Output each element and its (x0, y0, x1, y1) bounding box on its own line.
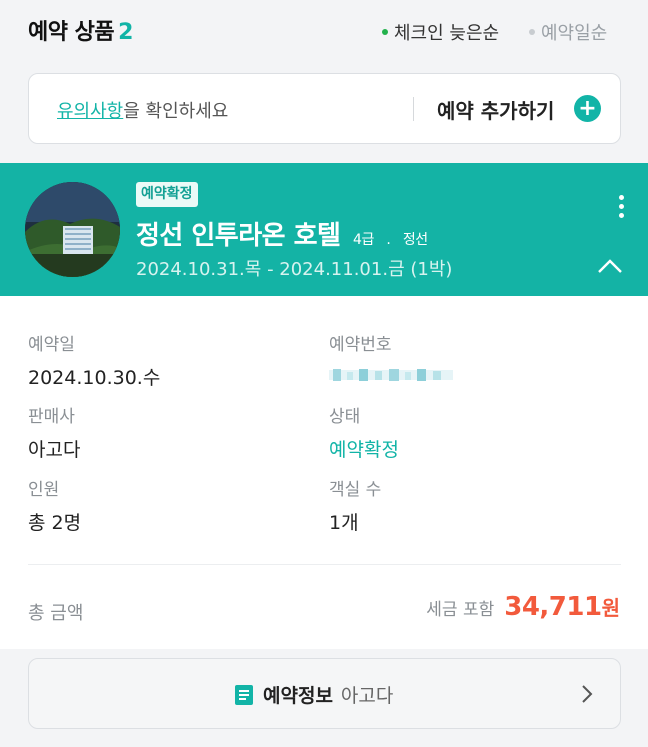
notice-message: 유의사항을 확인하세요 (57, 97, 228, 123)
booking-number-field: 예약번호 (329, 330, 453, 386)
status-badge: 예약확정 (136, 182, 198, 207)
booking-number-masked (329, 363, 453, 386)
hotel-name[interactable]: 정선 인투라온 호텔 4급 . 정선 (136, 215, 428, 252)
hotel-banner: 예약확정 정선 인투라온 호텔 4급 . 정선 2024.10.31.목 - 2… (0, 163, 648, 296)
masked-number-image (329, 369, 453, 381)
sort-checkin-late-label: 체크인 늦은순 (394, 23, 500, 44)
unselected-dot-icon (529, 29, 535, 35)
chevron-right-icon (582, 685, 593, 703)
hotel-meta-separator: . (386, 232, 391, 248)
booking-info-button[interactable]: 예약정보 아고다 (28, 658, 621, 729)
hotel-region: 정선 (402, 232, 428, 248)
rooms-value: 1개 (329, 512, 359, 534)
notice-box: 유의사항을 확인하세요 예약 추가하기 + (28, 73, 621, 144)
currency-unit: 원 (601, 596, 620, 620)
hotel-photo-icon (25, 182, 120, 277)
guests-value: 총 2명 (28, 512, 82, 534)
seller-field: 판매사 아고다 (28, 402, 80, 462)
rooms-label: 객실 수 (329, 480, 382, 500)
sort-booking-date-label: 예약일순 (541, 23, 608, 44)
more-vertical-icon[interactable] (613, 195, 629, 221)
status-field: 상태 예약확정 (329, 402, 399, 462)
tax-included-note: 세금 포함 (426, 600, 495, 620)
booking-date-field: 예약일 2024.10.30.수 (28, 330, 160, 390)
section-divider (28, 564, 621, 565)
booking-details: 예약일 2024.10.30.수 예약번호 판매사 아고다 상태 예약확정 인원 (0, 296, 648, 649)
sort-checkin-late[interactable]: 체크인 늦은순 (382, 19, 499, 45)
hotel-name-text: 정선 인투라온 호텔 (136, 221, 341, 251)
hotel-grade: 4급 (353, 232, 374, 248)
notice-text: 을 확인하세요 (123, 101, 229, 122)
rooms-field: 객실 수 1개 (329, 475, 381, 535)
status-value: 예약확정 (329, 439, 399, 461)
booking-info-label: 예약정보 (263, 685, 333, 707)
total-price: 세금 포함 34,711 원 (426, 592, 620, 622)
sort-booking-date[interactable]: 예약일순 (529, 19, 607, 45)
booking-info-content: 예약정보 아고다 (235, 681, 393, 708)
notice-divider (413, 97, 414, 121)
document-icon (235, 684, 253, 705)
add-booking-button[interactable]: 예약 추가하기 (437, 95, 554, 124)
stay-dates: 2024.10.31.목 - 2024.11.01.금 (1박) (136, 259, 453, 280)
guests-field: 인원 총 2명 (28, 475, 81, 535)
notice-link[interactable]: 유의사항 (57, 101, 123, 122)
booking-info-seller: 아고다 (340, 685, 394, 707)
hotel-thumbnail (25, 182, 120, 277)
seller-label: 판매사 (28, 407, 75, 427)
chevron-up-icon[interactable] (597, 258, 623, 274)
total-label: 총 금액 (28, 603, 84, 624)
seller-value: 아고다 (28, 439, 81, 461)
reservation-count: 2 (118, 20, 133, 45)
reservation-header: 예약 상품 2 체크인 늦은순 예약일순 (0, 0, 648, 62)
page-title-text: 예약 상품 (28, 20, 115, 45)
status-label: 상태 (329, 407, 361, 427)
booking-date-value: 2024.10.30.수 (28, 367, 161, 389)
selected-dot-icon (382, 29, 388, 35)
guests-label: 인원 (28, 480, 60, 500)
booking-number-label: 예약번호 (329, 335, 392, 355)
plus-circle-icon[interactable]: + (574, 95, 601, 122)
total-amount: 34,711 (504, 592, 602, 622)
page-title: 예약 상품 2 (28, 14, 133, 46)
booking-date-label: 예약일 (28, 335, 75, 355)
